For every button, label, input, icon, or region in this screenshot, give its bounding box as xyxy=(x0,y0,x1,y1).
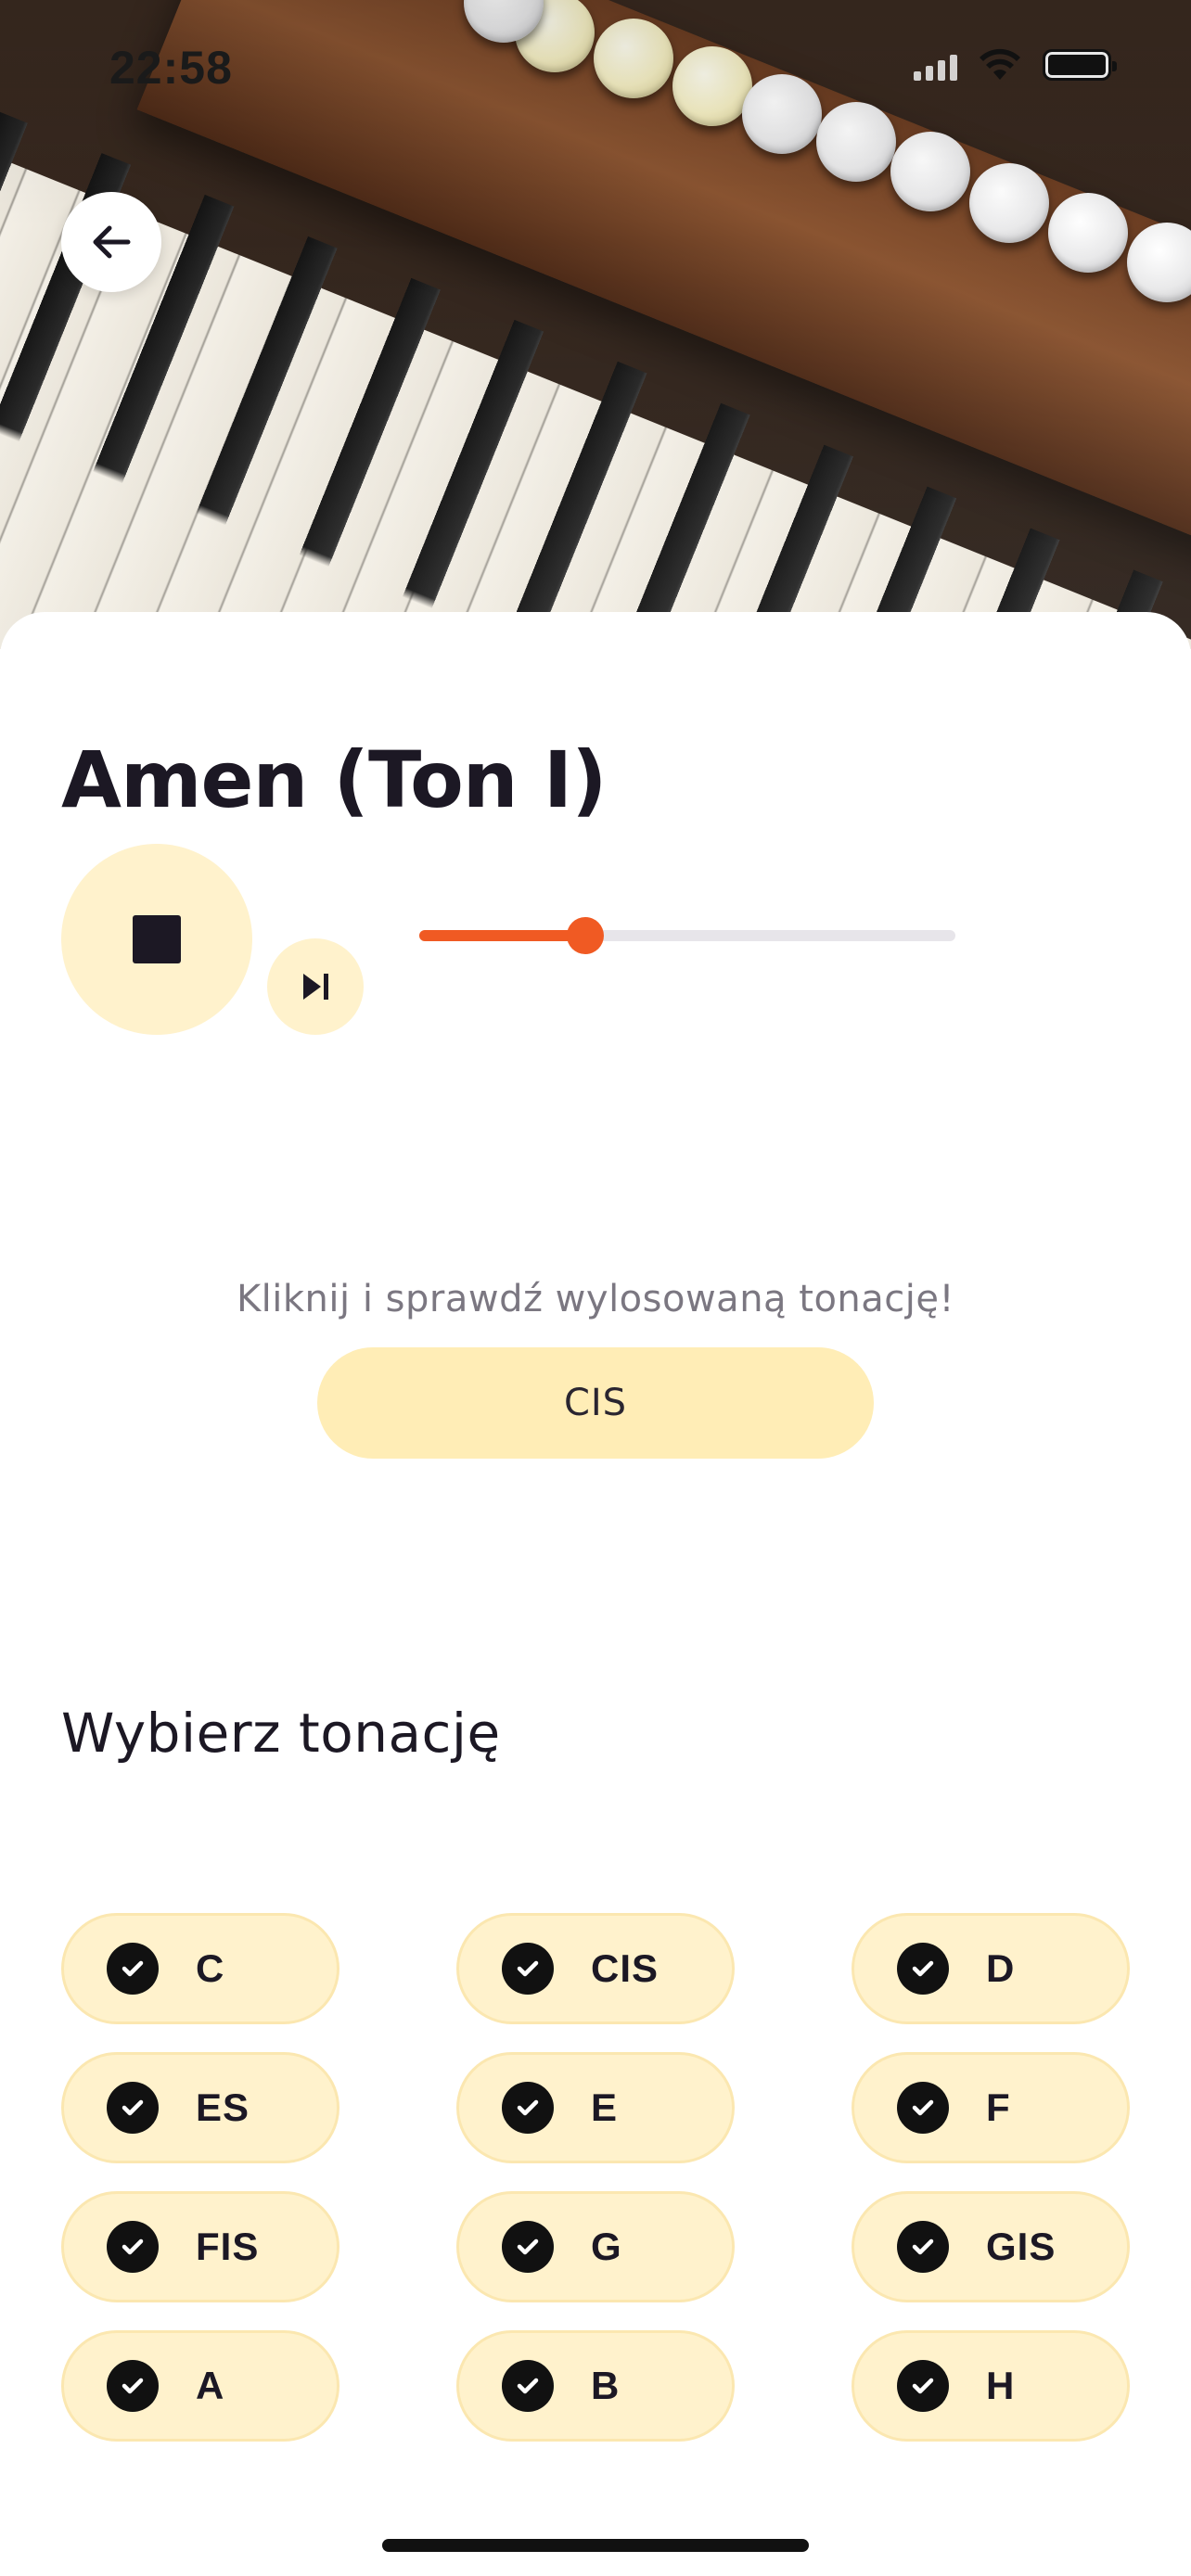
key-option-chip[interactable]: C xyxy=(61,1913,339,2024)
signal-icon xyxy=(914,49,957,81)
skip-next-button[interactable] xyxy=(267,938,364,1035)
wifi-icon xyxy=(980,48,1020,80)
stop-icon xyxy=(133,915,181,963)
key-option-label: FIS xyxy=(196,2225,260,2268)
progress-thumb[interactable] xyxy=(567,917,605,954)
progress-fill xyxy=(419,930,586,941)
key-option-label: D xyxy=(986,1946,1016,1990)
check-circle-icon xyxy=(897,2221,949,2273)
key-option-chip[interactable]: GIS xyxy=(852,2191,1130,2302)
key-option-chip[interactable]: H xyxy=(852,2330,1130,2442)
key-option-label: G xyxy=(591,2225,622,2268)
key-option-chip[interactable]: G xyxy=(456,2191,735,2302)
key-selection-title: Wybierz tonację xyxy=(61,1702,501,1765)
key-option-chip[interactable]: F xyxy=(852,2052,1130,2163)
key-option-chip[interactable]: E xyxy=(456,2052,735,2163)
key-option-label: E xyxy=(591,2085,619,2129)
check-circle-icon xyxy=(897,2360,949,2412)
check-circle-icon xyxy=(107,2082,159,2134)
key-option-label: B xyxy=(591,2364,621,2407)
back-button[interactable] xyxy=(61,192,161,292)
check-circle-icon xyxy=(107,2360,159,2412)
key-option-chip[interactable]: FIS xyxy=(61,2191,339,2302)
check-circle-icon xyxy=(502,2082,554,2134)
check-circle-icon xyxy=(897,1943,949,1995)
battery-icon xyxy=(1043,49,1117,81)
key-option-label: F xyxy=(986,2085,1011,2129)
check-circle-icon xyxy=(897,2082,949,2134)
key-option-chip[interactable]: CIS xyxy=(456,1913,735,2024)
key-option-label: CIS xyxy=(591,1946,660,1990)
status-icons xyxy=(914,48,1117,82)
arrow-left-icon xyxy=(93,225,131,259)
key-option-label: C xyxy=(196,1946,225,1990)
stop-button[interactable] xyxy=(61,844,252,1035)
check-circle-icon xyxy=(502,1943,554,1995)
check-circle-icon xyxy=(502,2360,554,2412)
key-option-label: A xyxy=(196,2364,225,2407)
key-option-chip[interactable]: D xyxy=(852,1913,1130,2024)
content-sheet: Amen (Ton I) Kliknij i sprawdź wylosowan… xyxy=(0,612,1191,2576)
key-option-label: H xyxy=(986,2364,1016,2407)
check-circle-icon xyxy=(107,1943,159,1995)
reveal-key-button[interactable]: CIS xyxy=(317,1347,874,1459)
status-time: 22:58 xyxy=(109,42,233,94)
status-bar: 22:58 xyxy=(0,0,1191,130)
check-circle-icon xyxy=(502,2221,554,2273)
progress-slider[interactable] xyxy=(419,915,955,956)
key-option-chip[interactable]: A xyxy=(61,2330,339,2442)
check-circle-icon xyxy=(107,2221,159,2273)
key-option-chip[interactable]: B xyxy=(456,2330,735,2442)
reveal-hint: Kliknij i sprawdź wylosowaną tonację! xyxy=(236,1278,955,1320)
key-option-chip[interactable]: ES xyxy=(61,2052,339,2163)
key-option-label: ES xyxy=(196,2085,250,2129)
key-option-label: GIS xyxy=(986,2225,1057,2268)
home-indicator xyxy=(382,2539,809,2552)
page-title: Amen (Ton I) xyxy=(61,734,607,825)
skip-next-icon xyxy=(303,974,328,1000)
